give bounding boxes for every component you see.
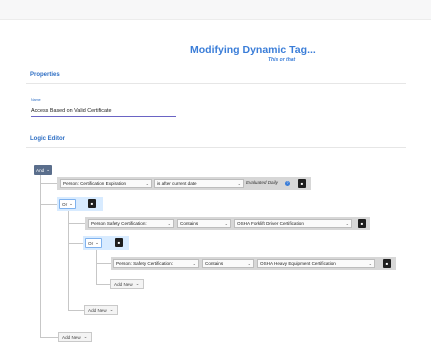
condition2-field-select[interactable]: Person Safety Certification: ⌄ bbox=[88, 219, 174, 228]
root-operator-label: And bbox=[36, 167, 45, 173]
chevron-down-icon: ⌄ bbox=[69, 201, 73, 206]
root-add-new-label: Add New bbox=[62, 334, 81, 340]
trash-icon: ■ bbox=[90, 201, 94, 206]
chevron-down-icon: ⌄ bbox=[192, 261, 196, 266]
group1-branch-line-3 bbox=[68, 310, 84, 311]
chevron-down-icon: ⌄ bbox=[145, 181, 149, 186]
group2-tree-line bbox=[96, 250, 97, 285]
group1-add-new-label: Add New bbox=[88, 307, 107, 313]
chevron-down-icon: ⌄ bbox=[167, 221, 171, 226]
trash-icon: ■ bbox=[385, 261, 389, 266]
root-operator-select[interactable]: And ⌄ bbox=[34, 165, 53, 175]
group2-add-new-label: Add New bbox=[114, 281, 133, 287]
properties-section-title: Properties bbox=[30, 72, 60, 78]
page-subtitle: This or that bbox=[268, 57, 296, 63]
chevron-down-icon: ⌄ bbox=[224, 221, 228, 226]
condition3-field-select[interactable]: Person: Safety Certification: ⌄ bbox=[113, 259, 199, 268]
condition3-value-text: OSHA Heavy Equipment Certification bbox=[260, 261, 336, 266]
root-branch-line-2 bbox=[40, 204, 57, 205]
condition2-operator-select[interactable]: Contains ⌄ bbox=[177, 219, 231, 228]
condition2-operator-value: Contains bbox=[180, 221, 199, 226]
condition3-operator-value: Contains bbox=[205, 261, 224, 266]
trash-icon: ■ bbox=[117, 240, 121, 245]
group1-branch-line-1 bbox=[68, 223, 85, 224]
chevron-down-icon: ⌄ bbox=[83, 334, 88, 339]
chevron-down-icon: ⌄ bbox=[46, 167, 51, 172]
group1-operator-select[interactable]: Or ⌄ bbox=[59, 199, 76, 209]
root-branch-line-3 bbox=[40, 337, 58, 338]
group1-tree-line bbox=[68, 210, 69, 310]
group1-add-new-button[interactable]: Add New ⌄ bbox=[84, 305, 118, 315]
properties-divider bbox=[26, 83, 406, 84]
logic-editor-section-title: Logic Editor bbox=[30, 136, 65, 142]
trash-icon: ■ bbox=[300, 181, 304, 186]
page-title: Modifying Dynamic Tag... bbox=[190, 44, 316, 56]
chevron-down-icon: ⌄ bbox=[237, 181, 241, 186]
chevron-down-icon: ⌄ bbox=[135, 281, 140, 286]
condition1-field-select[interactable]: Person: Certification Expiration ⌄ bbox=[60, 179, 152, 188]
delete-condition2-button[interactable]: ■ bbox=[358, 219, 366, 228]
condition3-operator-select[interactable]: Contains ⌄ bbox=[202, 259, 254, 268]
delete-group2-button[interactable]: ■ bbox=[115, 238, 123, 247]
delete-condition1-button[interactable]: ■ bbox=[298, 179, 306, 188]
condition1-operator-select[interactable]: is after current date ⌄ bbox=[154, 179, 244, 188]
condition2-field-value: Person Safety Certification: bbox=[91, 221, 147, 226]
group2-branch-line-2 bbox=[96, 284, 110, 285]
group2-operator-select[interactable]: Or ⌄ bbox=[85, 238, 102, 248]
group2-operator-label: Or bbox=[88, 240, 94, 246]
condition3-field-value: Person: Safety Certification: bbox=[116, 261, 173, 266]
chevron-down-icon: ⌄ bbox=[247, 261, 251, 266]
chevron-down-icon: ⌄ bbox=[345, 221, 349, 226]
chevron-down-icon: ⌄ bbox=[95, 240, 99, 245]
trash-icon: ■ bbox=[360, 221, 364, 226]
group2-add-new-button[interactable]: Add New ⌄ bbox=[110, 279, 144, 289]
group1-branch-line-2 bbox=[68, 243, 83, 244]
evaluated-daily-note: Evaluated Daily bbox=[246, 180, 278, 185]
name-field-label: Name bbox=[31, 98, 41, 102]
condition2-value-text: OSHA Forklift Driver Certification bbox=[237, 221, 304, 226]
root-branch-line-1 bbox=[40, 183, 57, 184]
delete-group1-button[interactable]: ■ bbox=[88, 199, 96, 208]
group2-branch-line-1 bbox=[96, 263, 111, 264]
condition1-field-value: Person: Certification Expiration bbox=[63, 181, 127, 186]
name-field[interactable] bbox=[31, 105, 176, 117]
condition2-value-select[interactable]: OSHA Forklift Driver Certification ⌄ bbox=[234, 219, 352, 228]
group1-operator-label: Or bbox=[62, 201, 68, 207]
top-bar bbox=[0, 0, 431, 20]
chevron-down-icon: ⌄ bbox=[368, 261, 372, 266]
root-tree-line bbox=[40, 175, 41, 337]
delete-condition3-button[interactable]: ■ bbox=[383, 259, 391, 268]
condition3-value-select[interactable]: OSHA Heavy Equipment Certification ⌄ bbox=[257, 259, 375, 268]
root-add-new-button[interactable]: Add New ⌄ bbox=[58, 332, 92, 342]
chevron-down-icon: ⌄ bbox=[109, 307, 114, 312]
condition1-operator-value: is after current date bbox=[157, 181, 197, 186]
info-icon[interactable]: ? bbox=[285, 181, 290, 186]
logic-editor-divider bbox=[26, 147, 406, 148]
